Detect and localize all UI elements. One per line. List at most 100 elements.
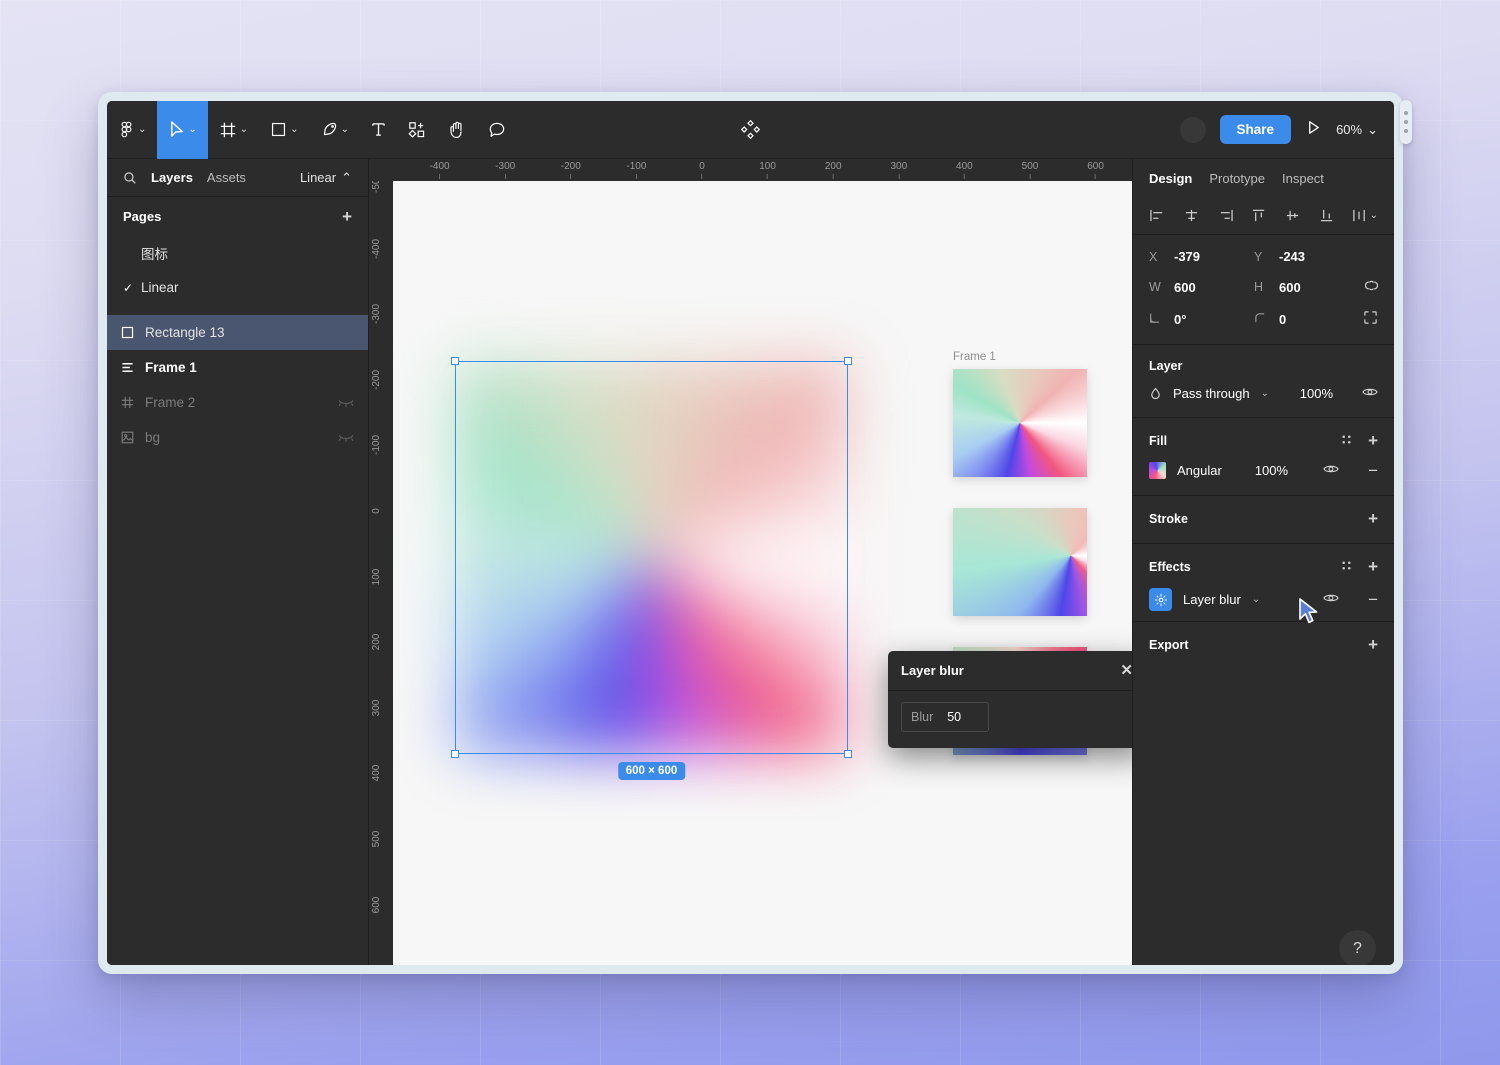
- move-tool-button[interactable]: ⌄: [157, 101, 208, 159]
- help-button[interactable]: ?: [1339, 930, 1376, 965]
- constrain-proportions-button[interactable]: [1364, 277, 1379, 297]
- ruler-tick-v: 600: [371, 896, 382, 913]
- layer-section-title: Layer: [1149, 359, 1183, 373]
- tab-assets[interactable]: Assets: [207, 170, 246, 185]
- effect-styles-button[interactable]: [1340, 559, 1353, 575]
- popover-title: Layer blur: [901, 663, 964, 678]
- height-field[interactable]: H 600: [1254, 280, 1359, 295]
- effect-name-label[interactable]: Layer blur: [1183, 592, 1241, 607]
- eye-closed-icon[interactable]: [338, 397, 354, 408]
- y-field[interactable]: Y -243: [1254, 249, 1359, 264]
- align-bottom-icon[interactable]: [1318, 208, 1335, 223]
- align-left-icon[interactable]: [1149, 208, 1166, 223]
- blend-mode-value[interactable]: Pass through: [1173, 386, 1250, 401]
- fill-type-label[interactable]: Angular: [1177, 463, 1222, 478]
- effects-section-title: Effects: [1149, 559, 1191, 574]
- fill-row: Angular 100% −: [1149, 462, 1378, 479]
- blur-amount-input[interactable]: Blur 50: [901, 702, 989, 732]
- tab-prototype[interactable]: Prototype: [1209, 171, 1265, 186]
- window-resize-grip[interactable]: [1400, 100, 1412, 144]
- export-section: Export +: [1133, 622, 1394, 669]
- zoom-control[interactable]: 60% ⌄: [1336, 122, 1378, 138]
- layer-opacity-value[interactable]: 100%: [1300, 386, 1333, 401]
- move-tool-icon: [171, 121, 184, 137]
- horizontal-ruler: -400 -300 -200 -100 0 100 200 300 400 500 600: [393, 159, 1132, 181]
- eye-closed-icon[interactable]: [338, 432, 354, 443]
- eye-icon: [1323, 594, 1339, 602]
- share-button[interactable]: Share: [1219, 115, 1292, 144]
- layer-row-bg[interactable]: bg: [107, 420, 368, 455]
- text-tool-icon: [372, 123, 385, 136]
- comment-tool-button[interactable]: [477, 101, 517, 159]
- corner-radius-field[interactable]: 0: [1254, 312, 1359, 327]
- ruler-tick-v: 400: [371, 765, 382, 782]
- file-name-label: Linear: [299, 170, 337, 185]
- add-page-button[interactable]: +: [342, 208, 352, 225]
- add-export-button[interactable]: +: [1368, 636, 1378, 653]
- remove-effect-button[interactable]: −: [1368, 591, 1378, 608]
- pen-tool-button[interactable]: ⌄: [310, 101, 360, 159]
- add-stroke-button[interactable]: +: [1368, 510, 1378, 527]
- frame-1-thumbnail[interactable]: [953, 369, 1087, 477]
- effects-section: Effects + Layer blur ⌄ −: [1133, 544, 1394, 624]
- independent-corners-icon: [1364, 311, 1377, 324]
- frame-1-name-label[interactable]: Frame 1: [953, 351, 996, 363]
- layer-visibility-toggle[interactable]: [1362, 386, 1378, 401]
- present-button[interactable]: [1305, 119, 1322, 141]
- add-fill-button[interactable]: +: [1368, 432, 1378, 449]
- export-section-actions: +: [1368, 636, 1378, 653]
- tab-design[interactable]: Design: [1149, 171, 1192, 186]
- add-effect-button[interactable]: +: [1368, 558, 1378, 575]
- chevron-down-icon: ⌄: [188, 124, 197, 135]
- effect-row-layer-blur: Layer blur ⌄ −: [1149, 588, 1378, 624]
- chevron-down-icon: ⌄: [290, 124, 299, 135]
- export-section-header: Export +: [1149, 636, 1378, 653]
- layer-blur-icon-button[interactable]: [1149, 588, 1172, 611]
- distribute-menu[interactable]: ⌄: [1352, 208, 1378, 223]
- fill-opacity-value[interactable]: 100%: [1255, 463, 1288, 478]
- width-field[interactable]: W 600: [1149, 280, 1254, 295]
- rectangle-13-shape[interactable]: [455, 361, 848, 754]
- search-icon[interactable]: [123, 171, 137, 185]
- avatar[interactable]: [1179, 116, 1206, 143]
- canvas-viewport[interactable]: -400 -300 -200 -100 0 100 200 300 400 500 600 -500…: [369, 159, 1132, 965]
- x-field[interactable]: X -379: [1149, 249, 1254, 264]
- frame-tool-button[interactable]: ⌄: [208, 101, 259, 159]
- effect-visibility-toggle[interactable]: [1323, 592, 1339, 607]
- rotation-field[interactable]: 0°: [1149, 312, 1254, 327]
- fill-visibility-toggle[interactable]: [1323, 463, 1339, 478]
- ruler-tick-h: -300: [495, 161, 515, 179]
- file-name-menu[interactable]: Linear ⌃: [300, 170, 352, 186]
- text-tool-button[interactable]: [360, 101, 397, 159]
- right-sidebar: Design Prototype Inspect ⌄ X -379 Y -243…: [1132, 159, 1394, 965]
- independent-corners-button[interactable]: [1363, 310, 1378, 328]
- layer-row-rectangle-13[interactable]: Rectangle 13: [107, 315, 368, 350]
- angular-gradient-swatch[interactable]: [1149, 462, 1166, 479]
- ruler-tick-h: -400: [430, 161, 450, 179]
- align-top-icon[interactable]: [1250, 208, 1267, 223]
- canvas-surface[interactable]: 600 × 600 Frame 1 Layer blur ✕ Blur 50: [393, 181, 1132, 965]
- ruler-tick-h: 600: [1087, 161, 1104, 179]
- blur-input-value: 50: [947, 710, 962, 724]
- close-icon[interactable]: ✕: [1120, 663, 1132, 678]
- layer-row-frame-2[interactable]: Frame 2: [107, 385, 368, 420]
- align-right-icon[interactable]: [1217, 208, 1234, 223]
- fill-styles-button[interactable]: [1340, 433, 1353, 449]
- components-icon: [408, 121, 425, 138]
- hand-tool-button[interactable]: [437, 101, 477, 159]
- components-button[interactable]: [397, 101, 437, 159]
- page-item-icons[interactable]: 图标: [107, 235, 368, 270]
- shape-tool-button[interactable]: ⌄: [259, 101, 309, 159]
- remove-fill-button[interactable]: −: [1368, 462, 1378, 479]
- frame-thumbnail-2[interactable]: [953, 508, 1087, 616]
- align-vertical-center-icon[interactable]: [1284, 208, 1301, 223]
- figma-menu-button[interactable]: ⌄: [107, 101, 157, 159]
- layer-row-frame-1[interactable]: Frame 1: [107, 350, 368, 385]
- tab-inspect[interactable]: Inspect: [1282, 171, 1324, 186]
- page-item-linear[interactable]: ✓ Linear: [107, 270, 368, 305]
- align-horizontal-center-icon[interactable]: [1183, 208, 1200, 223]
- tab-layers[interactable]: Layers: [151, 170, 193, 185]
- toolbar-right-group: Share 60% ⌄: [1179, 115, 1394, 144]
- h-label: H: [1254, 280, 1264, 294]
- fill-section-header: Fill +: [1149, 432, 1378, 449]
